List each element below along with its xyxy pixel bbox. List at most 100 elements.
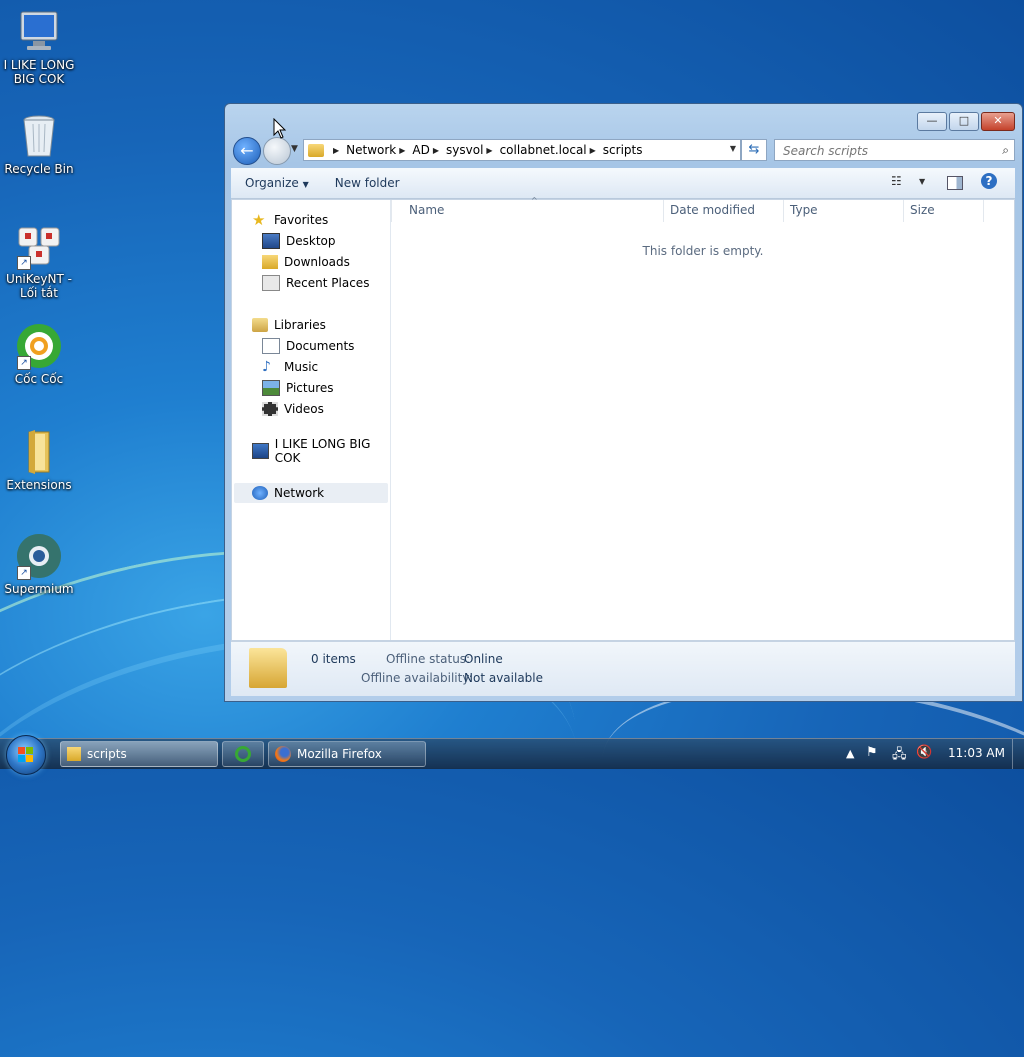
nav-downloads[interactable]: Downloads <box>262 252 350 272</box>
computer-icon <box>252 443 269 459</box>
show-hidden-icons-button[interactable]: ▲ <box>846 747 854 760</box>
coc-coc-icon: ↗ <box>15 322 63 370</box>
nav-libraries[interactable]: Libraries <box>252 315 326 335</box>
column-divider[interactable] <box>903 200 904 222</box>
chevron-down-icon: ▼ <box>302 180 309 189</box>
breadcrumb-chevron-icon[interactable]: ▶ <box>486 146 492 155</box>
refresh-button[interactable]: ⇆ <box>741 139 767 161</box>
supermium-icon: ↗ <box>15 532 63 580</box>
navigation-pane: ★ Favorites Desktop Downloads Recent Pla… <box>232 200 391 640</box>
offline-status-value: Online <box>464 652 503 666</box>
back-arrow-icon: ← <box>240 141 254 160</box>
folder-icon <box>308 143 324 157</box>
desktop-icon <box>262 233 280 249</box>
column-header-type[interactable]: Type <box>790 203 818 217</box>
search-box[interactable]: ⌕ <box>774 139 1015 161</box>
breadcrumb-sysvol[interactable]: sysvol ▶ <box>446 143 500 157</box>
search-input[interactable] <box>781 143 995 159</box>
column-divider <box>391 200 392 222</box>
address-dropdown-icon[interactable]: ▼ <box>730 144 736 153</box>
taskbar-item-coc-coc[interactable] <box>222 741 264 767</box>
breadcrumb-ad[interactable]: AD ▶ <box>412 143 446 157</box>
maximize-button[interactable]: □ <box>949 112 979 131</box>
firefox-icon <box>275 746 291 762</box>
recycle-bin-icon <box>15 112 63 160</box>
shortcut-arrow-icon: ↗ <box>17 256 31 270</box>
action-center-flag-icon[interactable]: ⚑ <box>866 745 878 760</box>
preview-pane-icon[interactable] <box>947 176 963 190</box>
nav-recent-places[interactable]: Recent Places <box>262 273 369 293</box>
new-folder-button[interactable]: New folder <box>321 176 412 190</box>
breadcrumb-network[interactable]: Network ▶ <box>346 143 412 157</box>
taskbar-item-firefox[interactable]: Mozilla Firefox <box>268 741 426 767</box>
back-button[interactable]: ← <box>233 137 261 165</box>
volume-muted-icon[interactable]: 🔇 <box>916 745 932 760</box>
libraries-icon <box>252 318 268 332</box>
breadcrumb-scripts[interactable]: scripts <box>603 143 643 157</box>
sort-ascending-icon: ^ <box>531 196 538 205</box>
desktop-icon-supermium[interactable]: ↗ Supermium <box>0 532 78 596</box>
show-desktop-button[interactable] <box>1012 739 1024 769</box>
desktop-icon-unikey[interactable]: ↗ UniKeyNT - Lối tắt <box>0 222 78 300</box>
desktop-icon-coc-coc[interactable]: ↗ Cốc Cốc <box>0 322 78 386</box>
breadcrumb-chevron-icon[interactable]: ▶ <box>590 146 596 155</box>
taskbar-item-explorer[interactable]: scripts <box>60 741 218 767</box>
windows-logo-icon <box>18 747 33 762</box>
desktop-icon-recycle-bin[interactable]: Recycle Bin <box>0 112 78 176</box>
folder-icon <box>67 747 81 761</box>
column-header-date-modified[interactable]: Date modified <box>670 203 755 217</box>
pictures-icon <box>262 380 280 396</box>
nav-computer[interactable]: I LIKE LONG BIG COK <box>252 437 390 465</box>
nav-desktop[interactable]: Desktop <box>262 231 336 251</box>
close-button[interactable]: ✕ <box>981 112 1015 131</box>
view-dropdown-icon[interactable]: ▼ <box>919 177 925 186</box>
desktop-icon-extensions[interactable]: Extensions <box>0 428 78 492</box>
recent-places-icon <box>262 275 280 291</box>
unikey-icon: ↗ <box>15 222 63 270</box>
column-divider[interactable] <box>983 200 984 222</box>
network-icon <box>252 486 268 500</box>
downloads-folder-icon <box>262 255 278 269</box>
videos-icon <box>262 402 278 416</box>
breadcrumb-collabnet-local[interactable]: collabnet.local ▶ <box>500 143 603 157</box>
details-pane: 0 items Offline status: Online Offline a… <box>231 641 1015 696</box>
help-icon[interactable]: ? <box>981 173 997 189</box>
organize-button[interactable]: Organize ▼ <box>231 176 321 190</box>
clock[interactable]: 11:03 AM <box>948 746 1005 760</box>
minimize-button[interactable]: — <box>917 112 947 131</box>
desktop-icon-label: Recycle Bin <box>4 162 74 176</box>
empty-folder-message: This folder is empty. <box>642 244 764 258</box>
breadcrumb-separator: ▶ <box>333 145 340 155</box>
desktop-icon-label: Extensions <box>6 478 72 492</box>
offline-availability-value: Not available <box>464 671 544 685</box>
forward-button[interactable] <box>263 137 291 165</box>
breadcrumb-chevron-icon[interactable]: ▶ <box>433 146 439 155</box>
nav-documents[interactable]: Documents <box>262 336 354 356</box>
music-icon: ♪ <box>262 359 271 375</box>
breadcrumb-chevron-icon[interactable]: ▶ <box>399 146 405 155</box>
view-options-icon[interactable]: ☷ <box>891 174 902 188</box>
desktop-icon-computer[interactable]: I LIKE LONG BIG COK <box>0 8 78 86</box>
offline-status-label: Offline status: <box>386 652 471 666</box>
nav-videos[interactable]: Videos <box>262 399 324 419</box>
nav-pictures[interactable]: Pictures <box>262 378 334 398</box>
search-icon[interactable]: ⌕ <box>1002 143 1009 158</box>
nav-network[interactable]: Network <box>252 483 324 503</box>
network-tray-icon[interactable]: 🖧 <box>892 745 907 767</box>
taskbar: scripts Mozilla Firefox ▲ ⚑ 🖧 🔇 11:03 AM <box>0 735 1024 775</box>
column-divider[interactable] <box>783 200 784 222</box>
address-bar[interactable]: ▶ Network ▶ AD ▶ sysvol ▶ collabnet.local ▶ … <box>303 139 741 161</box>
column-divider[interactable] <box>663 200 664 222</box>
nav-music[interactable]: ♪ Music <box>262 357 318 377</box>
file-list: ^ Name Date modified Type Size This fold… <box>391 196 1014 640</box>
folder-icon <box>15 428 63 476</box>
column-header-size[interactable]: Size <box>910 203 935 217</box>
mouse-cursor-icon <box>273 118 287 139</box>
command-bar: Organize ▼ New folder ☷ ▼ ? <box>231 168 1015 199</box>
nav-favorites[interactable]: ★ Favorites <box>252 210 328 230</box>
recent-pages-dropdown[interactable]: ▼ <box>291 144 298 154</box>
start-button[interactable] <box>6 735 46 775</box>
column-header-name[interactable]: Name <box>409 203 444 217</box>
computer-icon <box>15 8 63 56</box>
content-area: ★ Favorites Desktop Downloads Recent Pla… <box>231 196 1015 641</box>
